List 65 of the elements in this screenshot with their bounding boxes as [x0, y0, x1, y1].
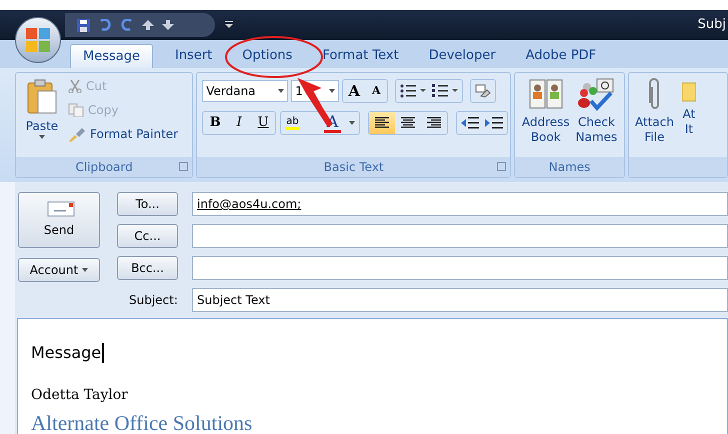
address-button[interactable]: To... [117, 192, 178, 216]
message-body[interactable]: Message Odetta Taylor Alternate Office Solutions [17, 318, 728, 434]
save-icon[interactable] [77, 18, 90, 32]
grow-font-button[interactable]: A [343, 80, 366, 102]
increase-indent-icon[interactable] [485, 116, 504, 130]
send-button[interactable]: Send [18, 192, 100, 248]
redo-icon[interactable] [120, 18, 134, 32]
caret-icon [39, 135, 45, 139]
attach-file-button[interactable]: Attach File [635, 77, 674, 157]
check-names-button[interactable]: Check Names [576, 77, 618, 157]
down-arrow-icon[interactable] [162, 20, 174, 30]
copy-icon [68, 103, 84, 117]
group-label: Names [548, 159, 590, 176]
address-button[interactable]: Bcc... [117, 256, 178, 280]
input-field[interactable]: info@aos4u.com; [192, 192, 728, 216]
address-book-icon [528, 77, 564, 111]
align-left-icon [374, 117, 390, 129]
ribbon-tab[interactable]: Format Text [314, 44, 407, 68]
shrink-font-button[interactable]: A [365, 80, 388, 102]
ribbon-tab[interactable]: Message [70, 44, 153, 68]
ribbon-tab[interactable]: Developer [420, 44, 504, 68]
people-check-icon [577, 77, 616, 111]
italic-button[interactable]: I [227, 112, 252, 134]
paste-button[interactable]: Paste [16, 73, 68, 157]
input-field[interactable]: Subject Text [192, 288, 728, 312]
address-button[interactable]: Cc... [117, 224, 178, 248]
font-name-field[interactable]: Verdana [202, 80, 288, 102]
clipboard-icon [27, 79, 57, 115]
ribbon-tab[interactable]: Insert [166, 44, 220, 68]
eraser-icon [475, 84, 492, 98]
align-button[interactable] [369, 112, 396, 134]
office-logo-icon [25, 27, 51, 53]
group-label: Basic Text [324, 159, 384, 176]
input-field[interactable] [192, 256, 728, 280]
paintbrush-icon [68, 126, 86, 142]
signature-name: Odetta Taylor [31, 386, 129, 405]
undo-icon[interactable] [98, 18, 112, 32]
bullet-list-icon[interactable] [400, 84, 426, 98]
account-button[interactable]: Account [18, 258, 100, 282]
address-book-button[interactable]: Address Book [522, 77, 570, 157]
caret-icon [329, 89, 336, 93]
format-painter-button[interactable]: Format Painter [68, 125, 178, 143]
customize-caret-icon[interactable] [225, 21, 233, 29]
clear-formatting-button[interactable] [470, 79, 496, 103]
caret-icon [349, 121, 356, 125]
input-field[interactable] [192, 224, 728, 248]
ribbon-tab[interactable]: Options [234, 44, 300, 68]
field-label: Subject: [129, 292, 178, 309]
underline-button[interactable]: U [251, 112, 276, 134]
message-text: Message [31, 343, 104, 363]
ribbon-tab[interactable]: Adobe PDF [518, 44, 604, 68]
caret-icon [278, 89, 284, 93]
attach-item-button[interactable]: At It [682, 77, 696, 157]
numbered-list-icon[interactable] [432, 84, 458, 98]
signature-company: Alternate Office Solutions [31, 410, 254, 434]
up-arrow-icon[interactable] [142, 20, 154, 30]
bold-button[interactable]: B [203, 112, 228, 134]
decrease-indent-icon[interactable] [461, 116, 480, 130]
caret-icon [82, 268, 88, 272]
group-label: Clipboard [75, 159, 133, 176]
align-center-icon [400, 117, 416, 129]
align-right-icon [426, 117, 442, 129]
window-title: Subj [698, 16, 726, 34]
highlight-button[interactable]: ab [285, 116, 300, 130]
scissors-icon [68, 79, 82, 93]
